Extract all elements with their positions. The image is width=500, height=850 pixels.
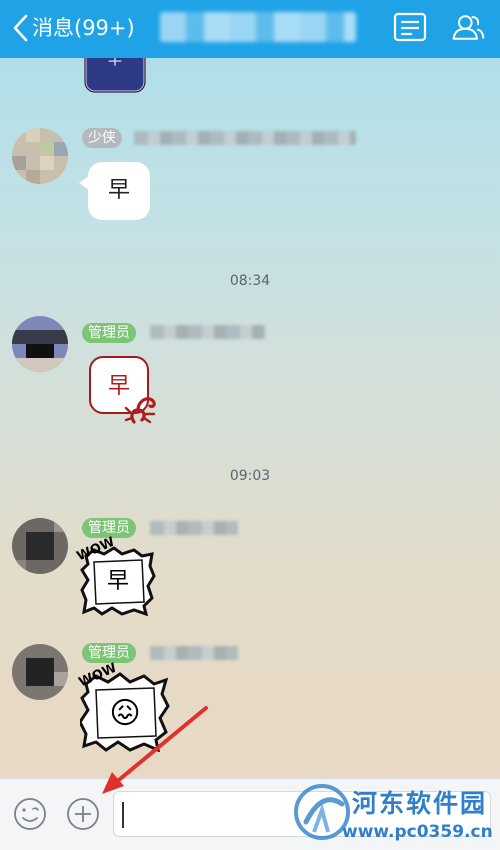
admin-badge: 管理员 [82, 643, 136, 663]
partial-sticker[interactable]: 辛 [82, 58, 148, 100]
timestamp: 09:03 [229, 468, 271, 484]
message-input[interactable] [114, 792, 490, 836]
emoji-icon[interactable] [13, 797, 47, 831]
nickname-redacted [134, 131, 356, 145]
chat-area[interactable]: 辛 少侠 早 08:34 管理员 早 09:03 管理员 早 WOW 管理员 😖… [0, 58, 500, 778]
svg-text:辛: 辛 [107, 58, 123, 68]
sticker-text: 早 [106, 569, 129, 594]
chevron-left-icon [13, 14, 28, 42]
scorpion-icon [124, 397, 156, 424]
nickname-redacted [150, 521, 238, 535]
timestamp: 08:34 [229, 273, 271, 289]
message-input-box[interactable] [113, 791, 491, 837]
group-members-icon[interactable] [450, 11, 486, 43]
avatar[interactable] [12, 518, 68, 574]
admin-badge: 管理员 [82, 323, 136, 343]
input-bar [0, 778, 500, 850]
message-bubble[interactable]: 早 [79, 162, 150, 220]
title-bar: 消息(99+) [0, 0, 500, 58]
avatar[interactable] [12, 644, 68, 700]
add-plus-icon[interactable] [66, 797, 100, 831]
chat-info-icon[interactable] [392, 11, 428, 43]
member-badge: 少侠 [82, 128, 122, 148]
chat-title-redacted [160, 12, 356, 42]
back-label: 消息(99+) [32, 16, 135, 40]
message-text: 早 [107, 178, 130, 203]
avatar[interactable] [12, 316, 68, 372]
back-button[interactable]: 消息(99+) [10, 10, 135, 46]
text-caret [122, 802, 124, 828]
nickname-redacted [150, 646, 238, 660]
nickname-redacted [150, 325, 265, 339]
confounded-face-icon: 😖 [109, 696, 141, 731]
avatar[interactable] [12, 128, 68, 184]
